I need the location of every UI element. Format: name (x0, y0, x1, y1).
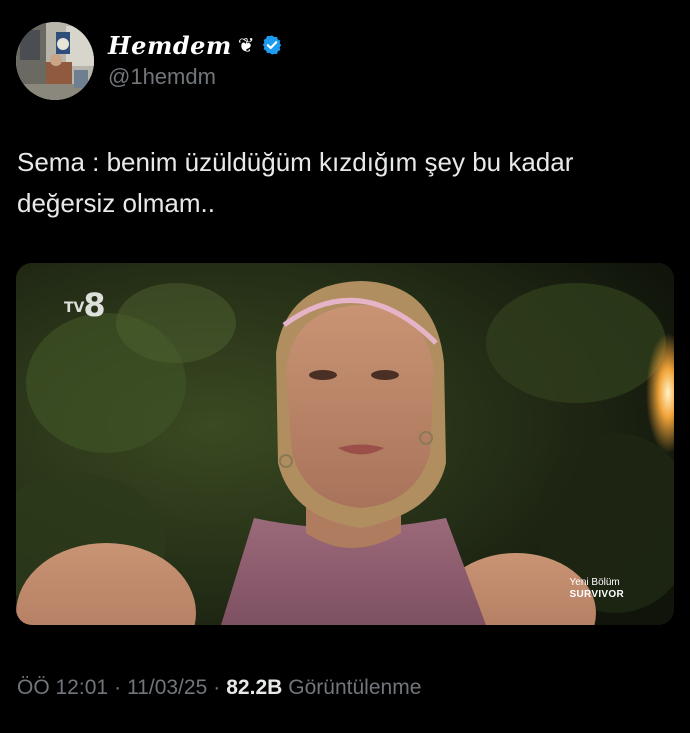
views-count: 82.2B (226, 676, 283, 699)
media-photo (16, 263, 674, 625)
tweet-card: Hemdem ❦ @1hemdm Sema : benim üzüldüğüm … (0, 0, 690, 733)
tweet-header: Hemdem ❦ @1hemdm (16, 22, 283, 100)
show-promo: Yeni Bölüm SURVIVOR (570, 577, 624, 601)
heart-ornament-icon: ❦ (237, 33, 255, 57)
meta-separator-2: · (213, 676, 221, 699)
promo-line1: Yeni Bölüm (569, 577, 620, 588)
display-name[interactable]: Hemdem (108, 31, 232, 60)
channel-logo: TV 8 (64, 289, 106, 321)
verified-badge-icon (261, 34, 283, 56)
channel-logo-number: 8 (83, 286, 106, 324)
author-names: Hemdem ❦ @1hemdm (108, 30, 283, 90)
views-label: Görüntülenme (288, 676, 422, 699)
tweet-meta: ÖÖ 12:01 · 11/03/25 · 82.2B Görüntülenme (17, 676, 421, 700)
meta-separator: · (114, 676, 122, 699)
tweet-date[interactable]: 11/03/25 (127, 676, 207, 700)
profile-avatar[interactable] (16, 22, 94, 100)
tweet-text: Sema : benim üzüldüğüm kızdığım şey bu k… (17, 147, 574, 218)
display-name-row: Hemdem ❦ (108, 30, 283, 60)
promo-line2: SURVIVOR (569, 589, 624, 600)
channel-logo-prefix: TV (64, 300, 85, 316)
tweet-time[interactable]: ÖÖ 12:01 (17, 676, 108, 700)
avatar-image (16, 22, 94, 100)
author-handle[interactable]: @1hemdm (108, 64, 283, 90)
tweet-media-image[interactable]: TV 8 Yeni Bölüm SURVIVOR (16, 263, 674, 625)
